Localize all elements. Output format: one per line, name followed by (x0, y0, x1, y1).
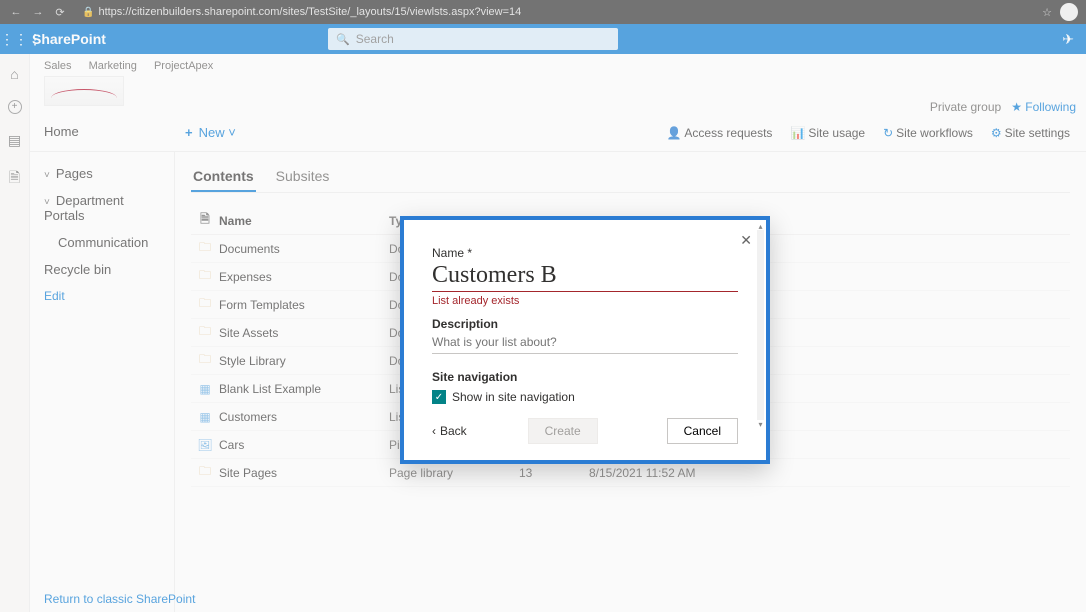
cancel-button[interactable]: Cancel (667, 418, 738, 444)
scroll-down-icon[interactable]: ▾ (757, 420, 764, 428)
name-label: Name * (432, 246, 738, 260)
description-label: Description (432, 317, 738, 331)
checkmark-icon: ✓ (432, 390, 446, 404)
create-button: Create (528, 418, 598, 444)
scroll-up-icon[interactable]: ▴ (757, 222, 764, 230)
dialog-scrollbar[interactable] (757, 230, 764, 420)
back-button[interactable]: Back (432, 424, 467, 438)
name-error: List already exists (432, 295, 519, 307)
show-in-nav-checkbox[interactable]: ✓ Show in site navigation (432, 390, 738, 404)
list-name-input[interactable] (432, 260, 738, 292)
show-in-nav-label: Show in site navigation (452, 390, 575, 404)
modal-backdrop: ✕ ▴ ▾ Name * List already exists Descrip… (0, 0, 1086, 612)
close-icon[interactable]: ✕ (740, 232, 752, 249)
create-list-dialog: ✕ ▴ ▾ Name * List already exists Descrip… (400, 216, 770, 464)
site-navigation-label: Site navigation (432, 370, 738, 384)
list-description-input[interactable] (432, 331, 738, 354)
